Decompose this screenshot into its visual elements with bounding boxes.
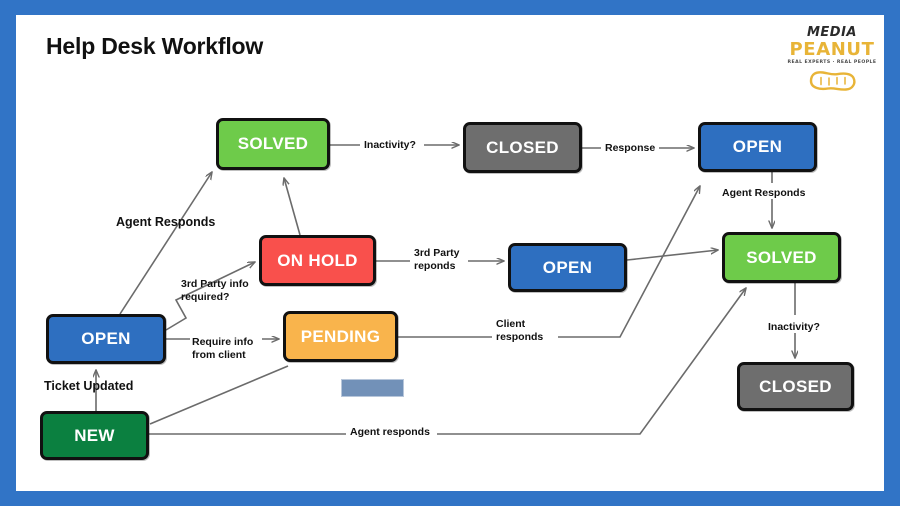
edge-label-require-info-from-client: Require info from client (192, 336, 254, 361)
node-open-left[interactable]: OPEN (46, 314, 166, 364)
node-solved-right[interactable]: SOLVED (722, 232, 841, 283)
node-solved-top[interactable]: SOLVED (216, 118, 330, 170)
edge-label-agent-responds-right: Agent Responds (722, 187, 806, 199)
edge-label-third-party-info-required: 3rd Party info required? (181, 278, 249, 303)
edge-label-ticket-updated: Ticket Updated (44, 379, 134, 393)
edge-label-client-responds: Client responds (496, 318, 544, 343)
node-label: SOLVED (746, 247, 817, 267)
edge-label-inactivity-right: Inactivity? (768, 321, 820, 333)
node-label: NEW (74, 425, 115, 445)
edge-openmid-to-solvedright (626, 250, 718, 261)
node-label: CLOSED (486, 137, 559, 157)
node-pending[interactable]: PENDING (283, 311, 398, 362)
node-label: OPEN (732, 137, 783, 156)
node-label: CLOSED (759, 376, 832, 396)
edge-label-agent-responds-left: Agent Responds (116, 215, 216, 229)
node-new[interactable]: NEW (40, 411, 149, 460)
edge-label-agent-responds-bottom: Agent responds (350, 426, 430, 438)
edge-label-third-party-responds: 3rd Party reponds (414, 247, 460, 272)
page-title: Help Desk Workflow (46, 33, 264, 59)
edge-onhold-to-solved (284, 178, 301, 236)
edge-agentresponds-to-solvedright (437, 288, 746, 435)
node-label: PENDING (300, 326, 381, 346)
node-closed-right[interactable]: CLOSED (737, 362, 854, 411)
edge-new-to-pending (149, 365, 289, 425)
node-open-right[interactable]: OPEN (698, 122, 817, 172)
edge-label-response: Response (605, 142, 656, 154)
node-label: OPEN (81, 329, 131, 348)
logo-peanut-text: PEANUT (789, 39, 875, 60)
node-open-mid[interactable]: OPEN (508, 243, 627, 292)
placeholder-rectangle[interactable] (341, 379, 404, 397)
node-closed-top[interactable]: CLOSED (463, 122, 582, 173)
diagram-canvas: NEW OPEN SOLVED ON HOLD PENDING CLOSED O… (0, 0, 900, 506)
peanut-icon (809, 71, 856, 91)
node-on-hold[interactable]: ON HOLD (259, 235, 376, 286)
logo-tagline: REAL EXPERTS · REAL PEOPLE (787, 60, 877, 65)
node-label: OPEN (542, 257, 593, 277)
node-label: SOLVED (237, 134, 309, 153)
brand-logo: MEDIA PEANUT REAL EXPERTS · REAL PEOPLE (786, 26, 878, 92)
node-label: ON HOLD (277, 250, 358, 270)
logo-media-text: MEDIA (806, 25, 857, 40)
edge-label-inactivity-top: Inactivity? (364, 139, 416, 151)
